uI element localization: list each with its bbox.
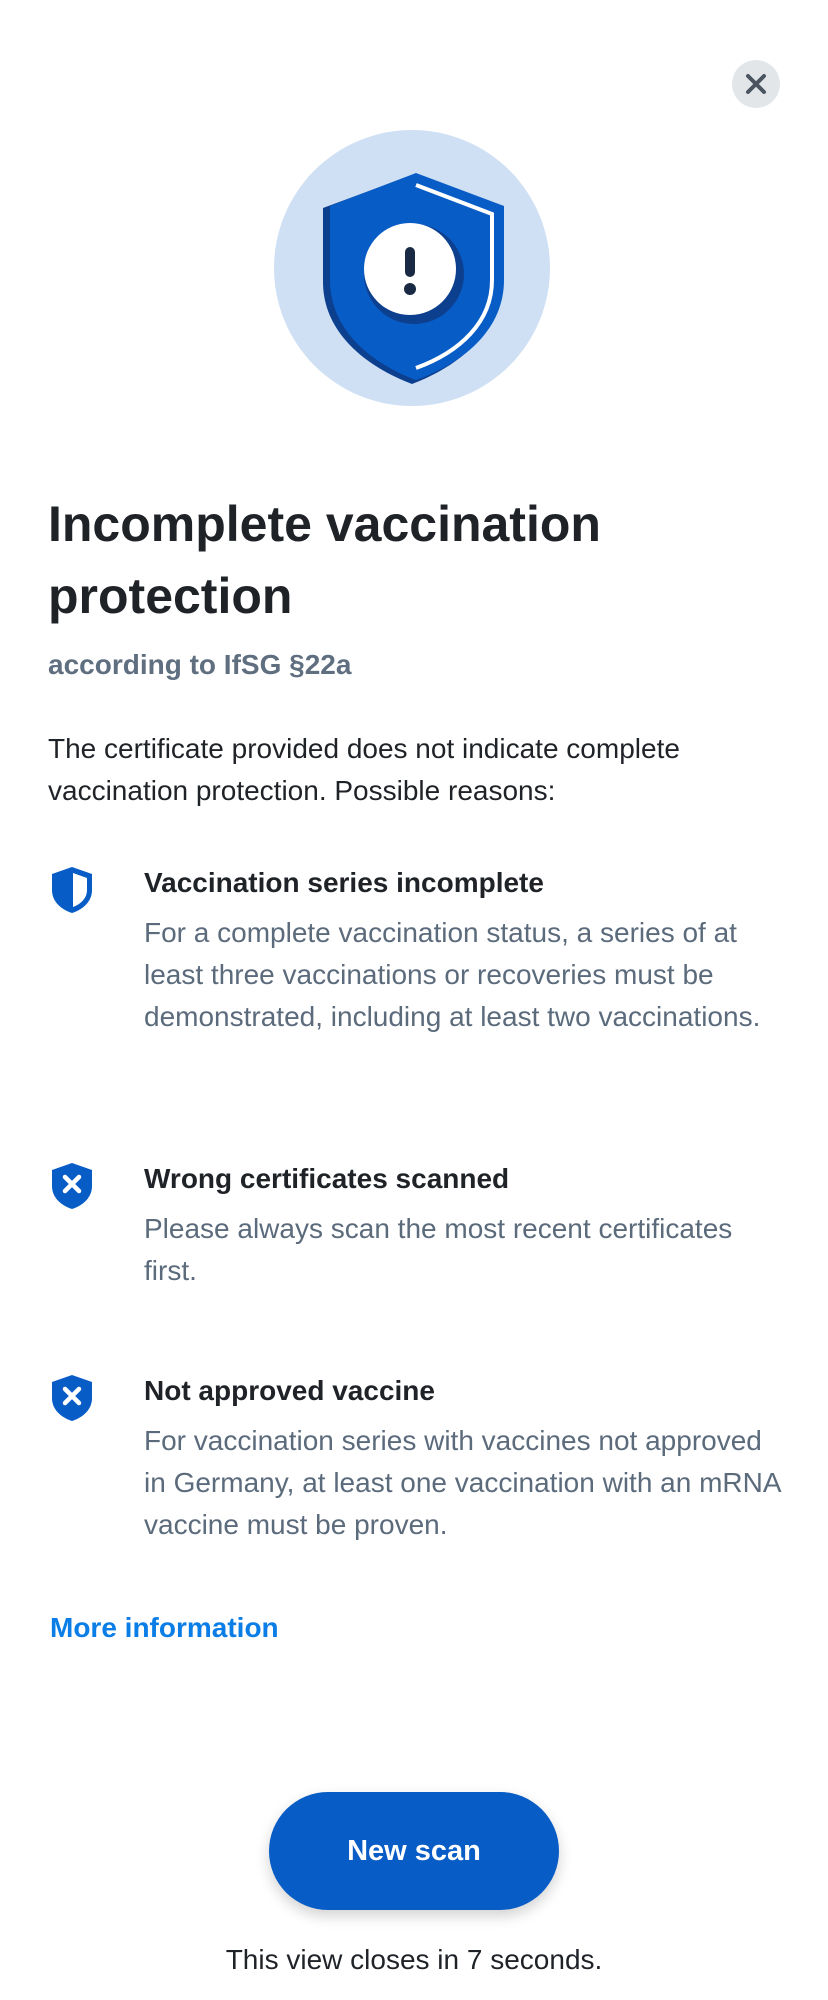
close-button[interactable]	[732, 60, 780, 108]
reason-title: Not approved vaccine	[144, 1375, 435, 1406]
page-title: Incomplete vaccination protection	[48, 496, 601, 624]
reason-description: For a complete vaccination status, a ser…	[144, 917, 761, 1032]
legal-reference: according to IfSG §22a	[48, 649, 352, 680]
shield-exclamation-icon	[274, 130, 550, 406]
reason-title: Wrong certificates scanned	[144, 1163, 510, 1194]
more-information-link[interactable]: More information	[50, 1608, 279, 1648]
reason-title: Vaccination series incomplete	[144, 867, 544, 898]
intro-text: The certificate provided does not indica…	[48, 733, 680, 806]
shield-half-icon	[52, 867, 92, 913]
close-icon	[746, 74, 766, 94]
auto-close-countdown: This view closes in 7 seconds.	[225, 1944, 603, 1975]
reason-description: Please always scan the most recent certi…	[144, 1213, 733, 1286]
shield-x-icon	[52, 1163, 92, 1209]
reason-description: For vaccination series with vaccines not…	[144, 1425, 781, 1540]
shield-x-icon	[52, 1375, 92, 1421]
new-scan-button[interactable]: New scan	[269, 1792, 559, 1910]
